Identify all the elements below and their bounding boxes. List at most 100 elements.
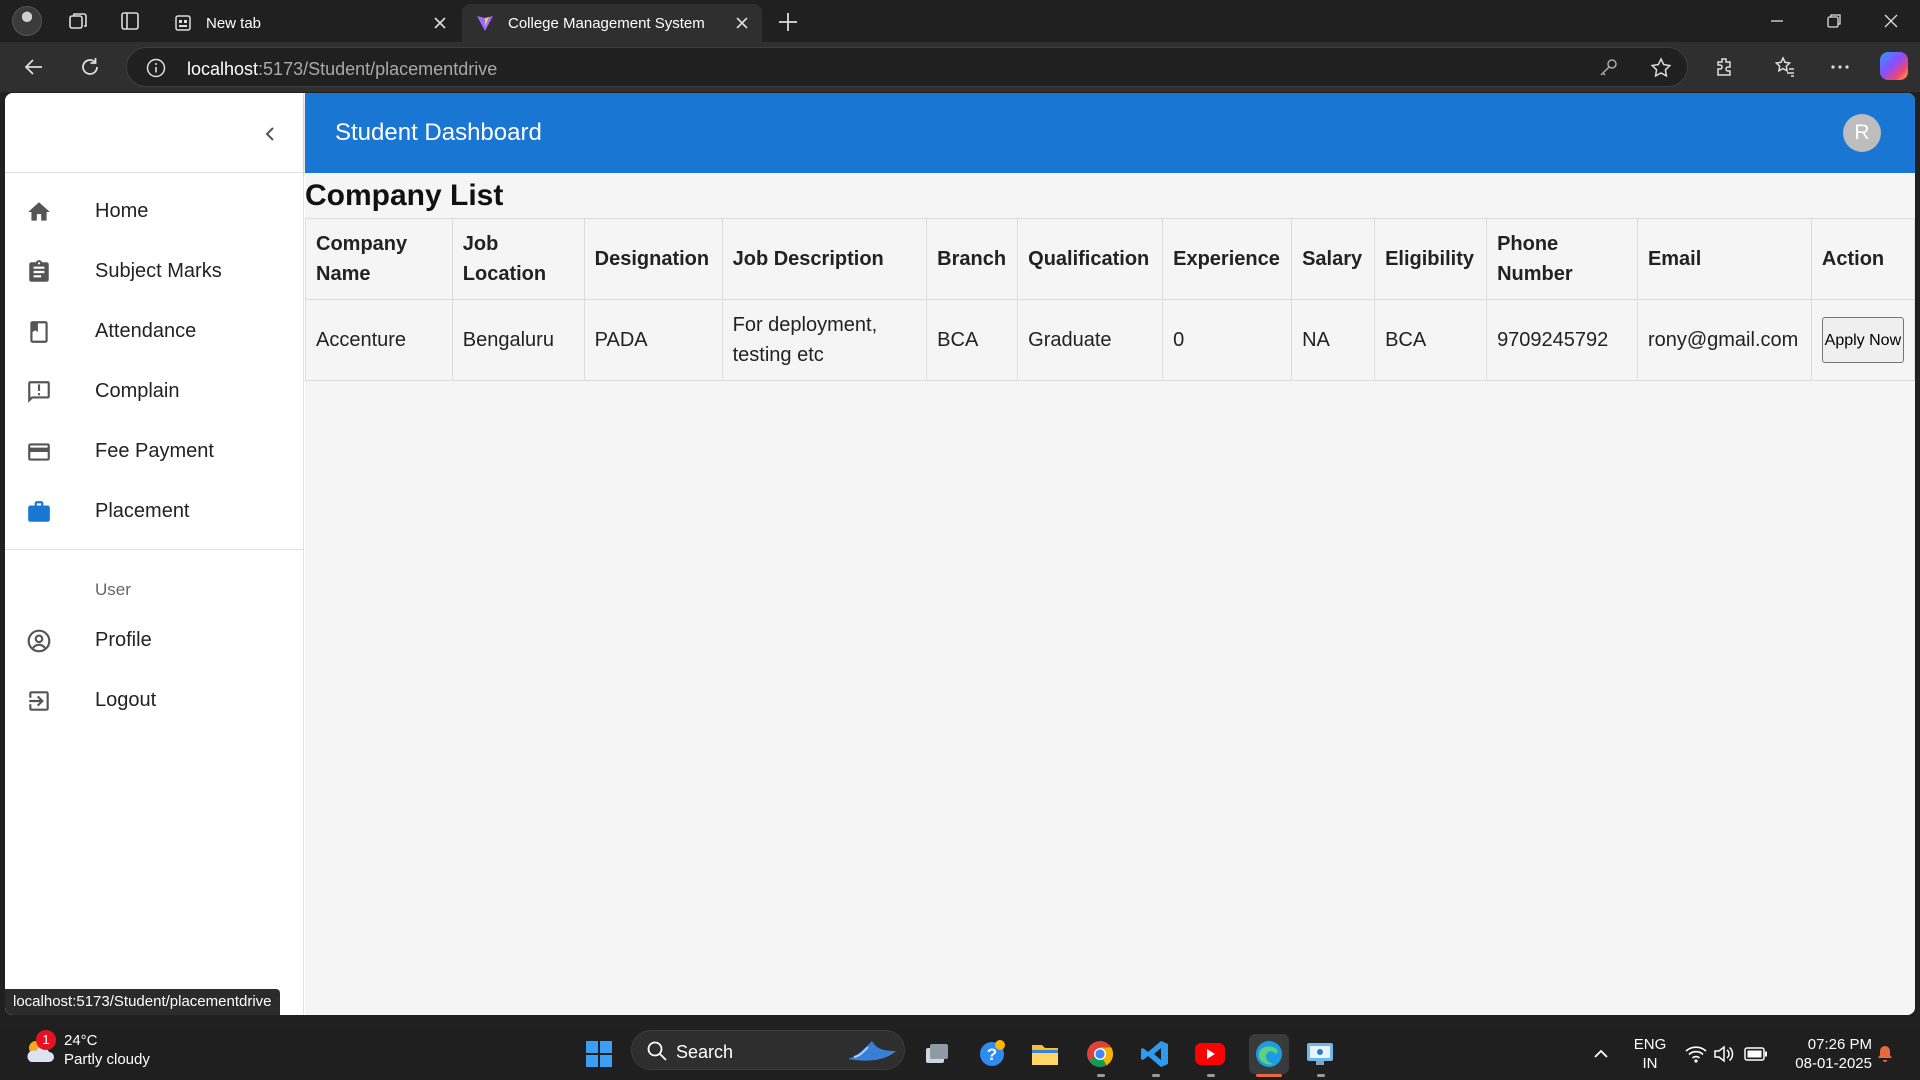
cell-qualification: Graduate <box>1017 299 1164 381</box>
tab-label: New tab <box>206 14 262 32</box>
tab-college-management[interactable]: College Management System <box>462 4 762 42</box>
windows-start-icon[interactable] <box>583 1038 615 1070</box>
new-tab-page-icon <box>174 14 192 32</box>
sidebar-item-complain[interactable]: Complain <box>5 361 303 421</box>
cell-description: For deployment, testing etc <box>721 299 928 381</box>
vite-logo-icon <box>476 14 494 32</box>
browser-tab-strip: New tab College Management System <box>0 0 1920 42</box>
notification-bell-icon[interactable] <box>1870 1038 1900 1070</box>
control-panel-running-indicator <box>1317 1074 1325 1077</box>
volume-icon[interactable] <box>1710 1038 1738 1070</box>
cell-location: Bengaluru <box>451 299 585 381</box>
browser-profile-avatar[interactable] <box>12 6 42 36</box>
sidebar-item-subject-marks[interactable]: Subject Marks <box>5 241 303 301</box>
table-row: Accenture Bengaluru PADA For deployment,… <box>305 299 1915 381</box>
table-header-row: Company Name Job Location Designation Jo… <box>305 218 1915 300</box>
more-menu-icon[interactable] <box>1828 55 1852 79</box>
cell-experience: 0 <box>1162 299 1293 381</box>
task-view-icon[interactable] <box>921 1038 953 1070</box>
chevron-left-icon[interactable] <box>259 123 281 145</box>
site-info-icon[interactable] <box>145 57 167 79</box>
column-header: Experience <box>1162 218 1293 300</box>
close-tab-icon[interactable] <box>734 15 750 31</box>
password-key-icon[interactable] <box>1597 57 1619 79</box>
cell-action: Apply Now <box>1810 299 1915 381</box>
chrome-icon[interactable] <box>1084 1038 1116 1070</box>
copilot-icon[interactable] <box>1880 52 1908 80</box>
taskbar-search[interactable]: Search <box>631 1030 905 1070</box>
column-header: Branch <box>926 218 1019 300</box>
cell-company: Accenture <box>305 299 453 381</box>
refresh-icon[interactable] <box>78 55 102 79</box>
search-highlight-icon <box>844 1037 900 1065</box>
close-window-icon[interactable] <box>1882 12 1900 30</box>
sidebar-section-header: User <box>5 550 303 610</box>
weather-temperature: 24°C <box>64 1032 98 1049</box>
tab-actions-icon[interactable] <box>114 8 146 34</box>
clock[interactable]: 07:26 PM 08-01-2025 <box>1778 1035 1872 1073</box>
column-header: Eligibility <box>1374 218 1488 300</box>
credit-card-icon <box>25 438 53 466</box>
status-bar-url: localhost:5173/Student/placementdrive <box>5 989 280 1015</box>
cell-salary: NA <box>1291 299 1376 381</box>
tab-new-tab[interactable]: New tab <box>160 4 460 42</box>
favorites-collection-icon[interactable] <box>1773 55 1797 79</box>
file-explorer-icon[interactable] <box>1029 1038 1061 1070</box>
chevron-up-icon[interactable] <box>1586 1038 1616 1070</box>
app-bar: Student Dashboard R <box>305 93 1915 173</box>
column-header: Designation <box>583 218 723 300</box>
sidebar-item-placement[interactable]: Placement <box>5 481 303 541</box>
sidebar-item-label: Profile <box>95 628 152 651</box>
sidebar: Home Subject Marks Attendance Complain F… <box>5 93 304 1015</box>
account-circle-icon <box>25 627 53 655</box>
edge-icon[interactable] <box>1249 1034 1289 1074</box>
sidebar-item-attendance[interactable]: Attendance <box>5 301 303 361</box>
sidebar-item-label: Placement <box>95 499 190 522</box>
favorite-star-icon[interactable] <box>1649 56 1673 80</box>
control-panel-icon[interactable] <box>1304 1038 1336 1070</box>
weather-badge: 1 <box>36 1030 56 1050</box>
chrome-running-indicator <box>1097 1074 1105 1077</box>
sidebar-item-label: Home <box>95 199 149 222</box>
back-arrow-icon[interactable] <box>22 55 46 79</box>
apply-now-button[interactable]: Apply Now <box>1821 317 1904 363</box>
new-tab-plus-icon[interactable] <box>776 10 800 34</box>
sidebar-item-profile[interactable]: Profile <box>5 610 303 670</box>
search-icon <box>646 1040 668 1062</box>
cell-eligibility: BCA <box>1374 299 1488 381</box>
url-host: localhost <box>187 59 259 79</box>
vscode-icon[interactable] <box>1139 1038 1171 1070</box>
clipboard-icon <box>25 258 53 286</box>
vscode-running-indicator <box>1152 1074 1160 1077</box>
battery-icon[interactable] <box>1742 1038 1770 1070</box>
youtube-icon[interactable] <box>1194 1038 1226 1070</box>
language-code: ENG <box>1633 1036 1667 1053</box>
sidebar-item-fee-payment[interactable]: Fee Payment <box>5 421 303 481</box>
close-tab-icon[interactable] <box>432 15 448 31</box>
user-avatar[interactable]: R <box>1843 114 1881 152</box>
column-header: Action <box>1810 218 1915 300</box>
column-header: Salary <box>1291 218 1376 300</box>
extensions-icon[interactable] <box>1713 55 1737 79</box>
column-header: Phone Number <box>1486 218 1638 300</box>
url-path: :5173/Student/placementdrive <box>258 59 498 79</box>
language-indicator[interactable]: ENG IN <box>1630 1035 1670 1073</box>
sidebar-item-label: Fee Payment <box>95 439 214 462</box>
clock-date: 08-01-2025 <box>1795 1055 1872 1072</box>
section-heading: Company List <box>305 179 504 212</box>
sidebar-item-home[interactable]: Home <box>5 181 303 241</box>
sidebar-item-logout[interactable]: Logout <box>5 670 303 730</box>
briefcase-icon <box>25 498 53 526</box>
restore-icon[interactable] <box>1825 12 1843 30</box>
address-bar[interactable]: localhost:5173/Student/placementdrive <box>126 47 1688 87</box>
help-icon[interactable]: ? <box>976 1038 1008 1070</box>
taskbar: 1 24°C Partly cloudy Search ? ENG IN 07:… <box>0 1030 1920 1080</box>
workspaces-icon[interactable] <box>62 8 94 34</box>
minimize-icon[interactable] <box>1768 12 1786 30</box>
column-header: Job Location <box>451 218 585 300</box>
feedback-icon <box>25 378 53 406</box>
bookmark-book-icon <box>25 318 53 346</box>
search-label: Search <box>676 1042 734 1062</box>
url-text: localhost:5173/Student/placementdrive <box>187 59 497 80</box>
wifi-icon[interactable] <box>1682 1038 1710 1070</box>
